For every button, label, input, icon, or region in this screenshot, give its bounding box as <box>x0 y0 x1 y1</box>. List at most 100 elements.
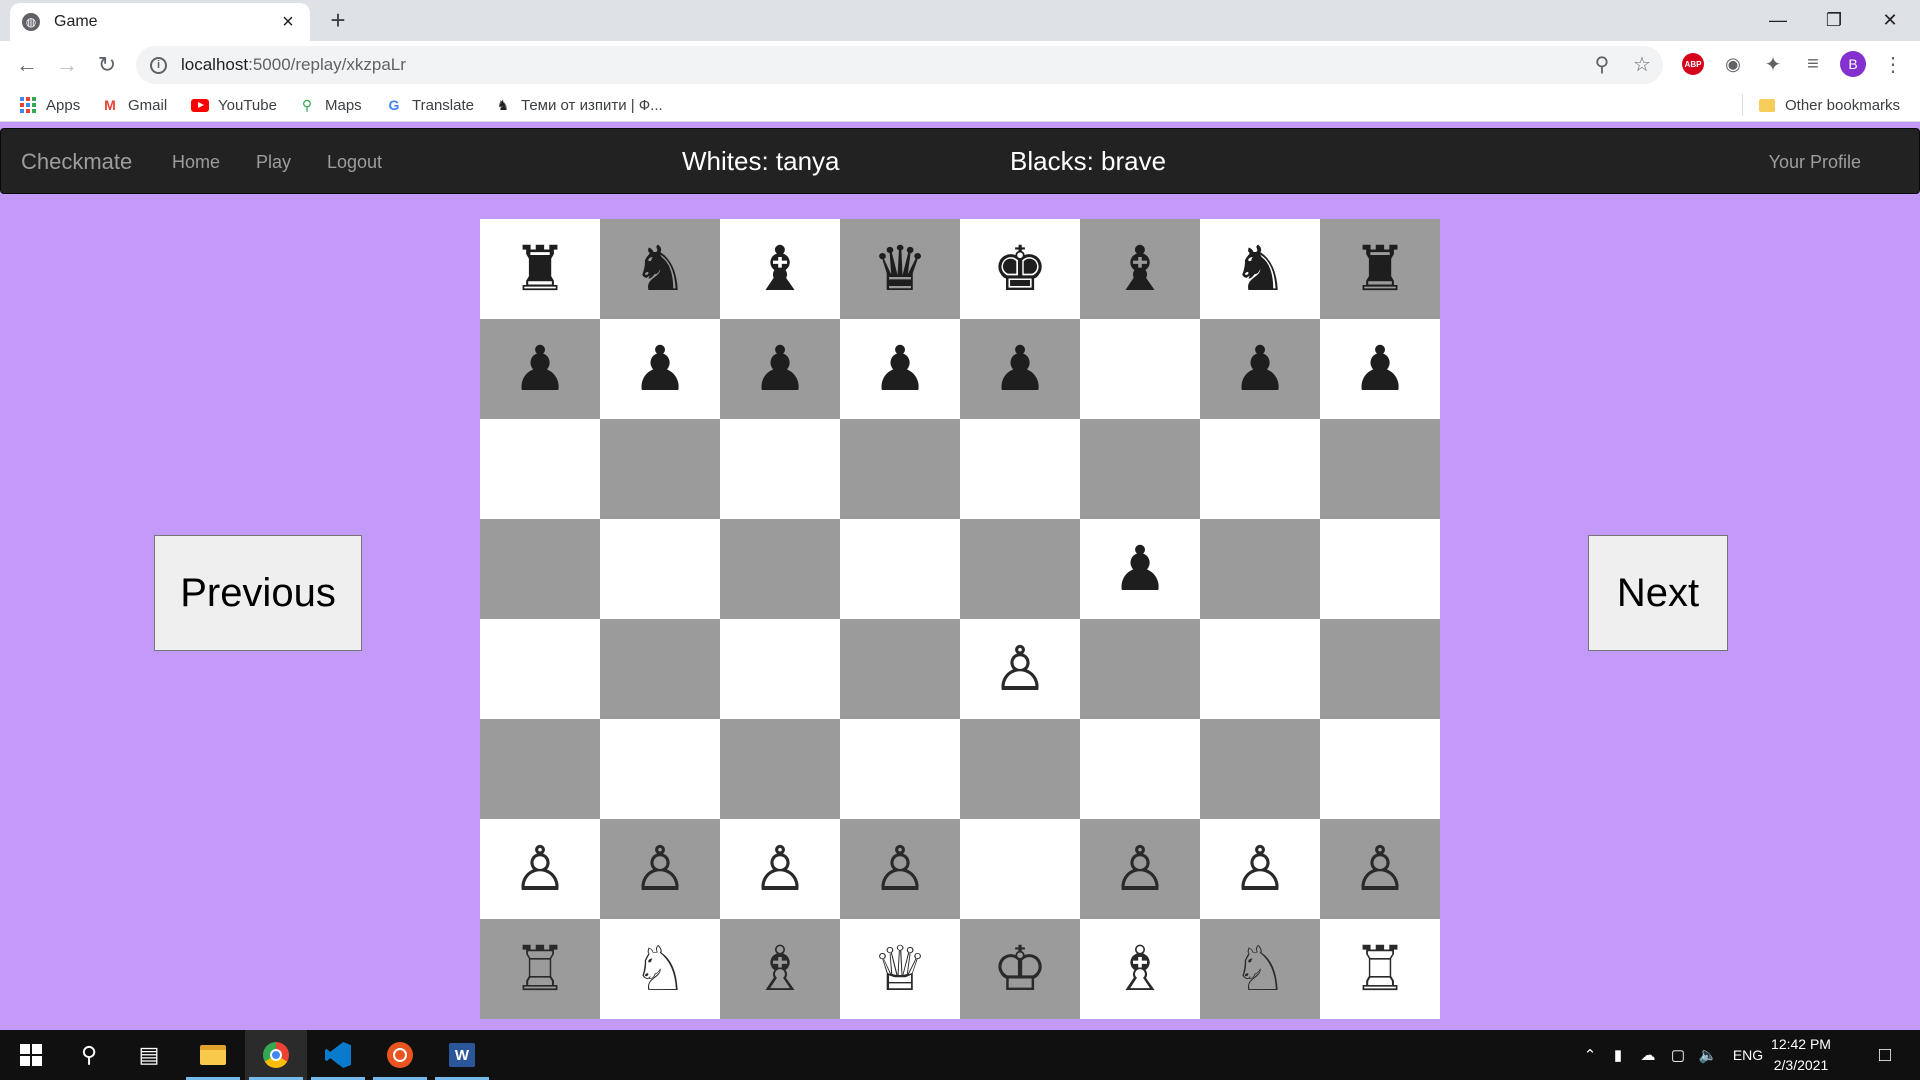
black-pawn-icon[interactable]: ♟ <box>632 338 688 400</box>
onedrive-cloud-icon[interactable]: ☁ <box>1636 1030 1660 1080</box>
square-f8[interactable]: ♝ <box>1080 219 1200 319</box>
file-explorer-icon[interactable] <box>182 1030 244 1080</box>
square-e8[interactable]: ♚ <box>960 219 1080 319</box>
square-c4[interactable] <box>720 619 840 719</box>
adblock-extension-icon[interactable]: ABP <box>1680 51 1706 77</box>
brand-link[interactable]: Checkmate <box>21 149 132 175</box>
square-a1[interactable]: ♖ <box>480 919 600 1019</box>
square-d2[interactable]: ♙ <box>840 819 960 919</box>
black-pawn-icon[interactable]: ♟ <box>1112 538 1168 600</box>
square-g4[interactable] <box>1200 619 1320 719</box>
black-pawn-icon[interactable]: ♟ <box>872 338 928 400</box>
square-h7[interactable]: ♟ <box>1320 319 1440 419</box>
white-pawn-icon[interactable]: ♙ <box>1232 838 1288 900</box>
back-icon[interactable]: ← <box>11 49 43 81</box>
square-d6[interactable] <box>840 419 960 519</box>
bookmark-apps[interactable]: Apps <box>19 94 80 116</box>
url-text[interactable]: localhost:5000/replay/xkzpaLr <box>181 55 406 75</box>
black-rook-icon[interactable]: ♜ <box>1352 238 1408 300</box>
square-d5[interactable] <box>840 519 960 619</box>
key-icon[interactable]: ⚲ <box>1587 49 1617 79</box>
next-button[interactable]: Next <box>1588 535 1728 651</box>
white-knight-icon[interactable]: ♘ <box>632 938 688 1000</box>
site-info-icon[interactable]: i <box>150 56 167 74</box>
white-knight-icon[interactable]: ♘ <box>1232 938 1288 1000</box>
square-e3[interactable] <box>960 719 1080 819</box>
network-icon[interactable]: ▢ <box>1666 1030 1690 1080</box>
media-control-icon[interactable]: ≡ <box>1800 51 1826 77</box>
square-a3[interactable] <box>480 719 600 819</box>
star-icon[interactable]: ☆ <box>1627 49 1657 79</box>
white-pawn-icon[interactable]: ♙ <box>1352 838 1408 900</box>
square-h1[interactable]: ♖ <box>1320 919 1440 1019</box>
chrome-taskbar-icon[interactable] <box>245 1030 307 1080</box>
bookmark-exam-topics[interactable]: ♞ Теми от изпити | Ф... <box>494 94 663 116</box>
square-c3[interactable] <box>720 719 840 819</box>
tab-close-icon[interactable]: × <box>278 11 298 34</box>
black-pawn-icon[interactable]: ♟ <box>992 338 1048 400</box>
square-g1[interactable]: ♘ <box>1200 919 1320 1019</box>
square-d8[interactable]: ♛ <box>840 219 960 319</box>
bookmark-translate[interactable]: G Translate <box>385 94 474 116</box>
white-pawn-icon[interactable]: ♙ <box>872 838 928 900</box>
square-f3[interactable] <box>1080 719 1200 819</box>
square-a8[interactable]: ♜ <box>480 219 600 319</box>
square-a5[interactable] <box>480 519 600 619</box>
square-b2[interactable]: ♙ <box>600 819 720 919</box>
black-queen-icon[interactable]: ♛ <box>872 238 928 300</box>
square-b5[interactable] <box>600 519 720 619</box>
square-f1[interactable]: ♗ <box>1080 919 1200 1019</box>
square-h2[interactable]: ♙ <box>1320 819 1440 919</box>
white-queen-icon[interactable]: ♕ <box>872 938 928 1000</box>
bookmark-maps[interactable]: ⚲ Maps <box>298 94 362 116</box>
square-g3[interactable] <box>1200 719 1320 819</box>
word-icon[interactable]: W <box>431 1030 493 1080</box>
previous-button[interactable]: Previous <box>154 535 362 651</box>
minimize-icon[interactable]: — <box>1750 0 1806 40</box>
square-d3[interactable] <box>840 719 960 819</box>
square-a6[interactable] <box>480 419 600 519</box>
square-b3[interactable] <box>600 719 720 819</box>
square-a4[interactable] <box>480 619 600 719</box>
square-e6[interactable] <box>960 419 1080 519</box>
white-king-icon[interactable]: ♔ <box>992 938 1048 1000</box>
bookmark-gmail[interactable]: M Gmail <box>101 94 167 116</box>
square-b4[interactable] <box>600 619 720 719</box>
nav-logout-link[interactable]: Logout <box>327 152 382 173</box>
square-h5[interactable] <box>1320 519 1440 619</box>
square-d1[interactable]: ♕ <box>840 919 960 1019</box>
browser-tab[interactable]: ◍ Game × <box>10 3 310 41</box>
square-d4[interactable] <box>840 619 960 719</box>
white-pawn-icon[interactable]: ♙ <box>992 638 1048 700</box>
black-bishop-icon[interactable]: ♝ <box>752 238 808 300</box>
white-bishop-icon[interactable]: ♗ <box>752 938 808 1000</box>
square-f6[interactable] <box>1080 419 1200 519</box>
other-bookmarks[interactable]: Other bookmarks <box>1758 94 1900 116</box>
square-g7[interactable]: ♟ <box>1200 319 1320 419</box>
show-hidden-icons-chevron-icon[interactable]: ⌃ <box>1578 1030 1602 1080</box>
white-bishop-icon[interactable]: ♗ <box>1112 938 1168 1000</box>
square-c5[interactable] <box>720 519 840 619</box>
square-a7[interactable]: ♟ <box>480 319 600 419</box>
square-e7[interactable]: ♟ <box>960 319 1080 419</box>
your-profile-link[interactable]: Your Profile <box>1769 152 1861 173</box>
square-b7[interactable]: ♟ <box>600 319 720 419</box>
square-b8[interactable]: ♞ <box>600 219 720 319</box>
menu-kebab-icon[interactable]: ⋮ <box>1880 51 1906 77</box>
white-pawn-icon[interactable]: ♙ <box>752 838 808 900</box>
square-h3[interactable] <box>1320 719 1440 819</box>
extensions-puzzle-icon[interactable]: ✦ <box>1760 51 1786 77</box>
square-f5[interactable]: ♟ <box>1080 519 1200 619</box>
square-c7[interactable]: ♟ <box>720 319 840 419</box>
windows-start-icon[interactable] <box>0 1030 62 1080</box>
square-h4[interactable] <box>1320 619 1440 719</box>
square-b1[interactable]: ♘ <box>600 919 720 1019</box>
black-bishop-icon[interactable]: ♝ <box>1112 238 1168 300</box>
system-clock[interactable]: 12:42 PM 2/3/2021 <box>1756 1034 1846 1076</box>
square-c1[interactable]: ♗ <box>720 919 840 1019</box>
forward-icon[interactable]: → <box>51 49 83 81</box>
square-a2[interactable]: ♙ <box>480 819 600 919</box>
square-f7[interactable] <box>1080 319 1200 419</box>
white-rook-icon[interactable]: ♖ <box>1352 938 1408 1000</box>
battery-icon[interactable]: ▮ <box>1606 1030 1630 1080</box>
